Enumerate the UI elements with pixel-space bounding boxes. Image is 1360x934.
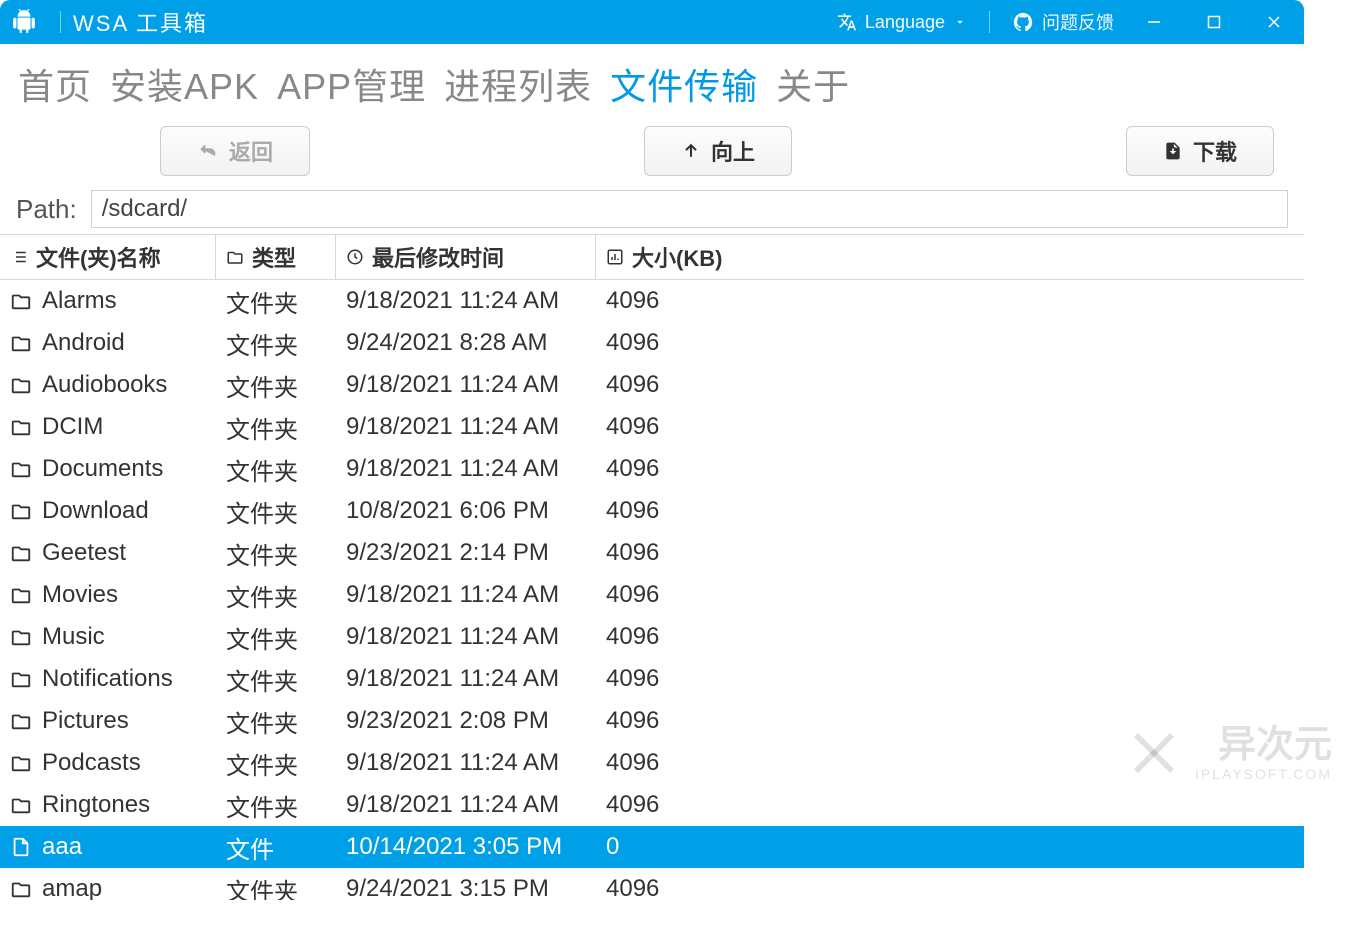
file-row[interactable]: Notifications文件夹9/18/2021 11:24 AM4096 — [0, 658, 1304, 700]
feedback-link[interactable]: 问题反馈 — [1002, 9, 1124, 35]
path-label: Path: — [16, 194, 77, 225]
up-button[interactable]: 向上 — [644, 126, 792, 176]
download-button[interactable]: 下载 — [1126, 126, 1274, 176]
tab-0[interactable]: 首页 — [18, 58, 92, 110]
file-row[interactable]: Podcasts文件夹9/18/2021 11:24 AM4096 — [0, 742, 1304, 784]
file-row[interactable]: Movies文件夹9/18/2021 11:24 AM4096 — [0, 574, 1304, 616]
language-label: Language — [865, 12, 945, 33]
file-row[interactable]: amap文件夹9/24/2021 3:15 PM4096 — [0, 868, 1304, 900]
col-header-modified[interactable]: 最后修改时间 — [336, 235, 596, 279]
file-list[interactable]: Alarms文件夹9/18/2021 11:24 AM4096Android文件… — [0, 280, 1304, 900]
language-dropdown[interactable]: Language — [827, 12, 977, 33]
tab-5[interactable]: 关于 — [776, 58, 850, 110]
back-button[interactable]: 返回 — [160, 126, 310, 176]
tab-3[interactable]: 进程列表 — [444, 58, 592, 110]
github-icon — [1012, 11, 1034, 33]
file-row[interactable]: Music文件夹9/18/2021 11:24 AM4096 — [0, 616, 1304, 658]
titlebar-divider — [60, 11, 61, 33]
back-label: 返回 — [229, 135, 273, 167]
translate-icon — [837, 12, 857, 32]
file-row[interactable]: Documents文件夹9/18/2021 11:24 AM4096 — [0, 448, 1304, 490]
maximize-button[interactable] — [1184, 0, 1244, 44]
download-icon — [1163, 140, 1183, 162]
feedback-label: 问题反馈 — [1042, 9, 1114, 35]
col-header-name[interactable]: 文件(夹)名称 — [0, 235, 216, 279]
file-row[interactable]: Alarms文件夹9/18/2021 11:24 AM4096 — [0, 280, 1304, 322]
chevron-down-icon — [953, 15, 967, 29]
file-row[interactable]: aaa文件10/14/2021 3:05 PM0 — [0, 826, 1304, 868]
nav-tabs: 首页安装APK APP管理进程列表文件传输关于 — [0, 44, 1304, 120]
clock-icon — [346, 248, 364, 266]
chart-icon — [606, 248, 624, 266]
col-header-type[interactable]: 类型 — [216, 235, 336, 279]
file-row[interactable]: DCIM文件夹9/18/2021 11:24 AM4096 — [0, 406, 1304, 448]
up-icon — [681, 141, 701, 161]
back-icon — [197, 140, 219, 162]
titlebar-divider-2 — [989, 11, 990, 33]
path-input[interactable] — [91, 190, 1288, 228]
list-icon — [10, 248, 28, 266]
folder-icon — [226, 248, 244, 266]
file-row[interactable]: Android文件夹9/24/2021 8:28 AM4096 — [0, 322, 1304, 364]
minimize-button[interactable] — [1124, 0, 1184, 44]
android-icon — [10, 8, 38, 36]
file-row[interactable]: Pictures文件夹9/23/2021 2:08 PM4096 — [0, 700, 1304, 742]
toolbar: 返回 向上 下载 — [0, 120, 1304, 190]
file-row[interactable]: Audiobooks文件夹9/18/2021 11:24 AM4096 — [0, 364, 1304, 406]
tab-1[interactable]: 安装APK — [110, 58, 259, 110]
download-label: 下载 — [1193, 135, 1237, 167]
up-label: 向上 — [711, 135, 755, 167]
tab-4[interactable]: 文件传输 — [610, 58, 758, 110]
table-header: 文件(夹)名称 类型 最后修改时间 大小(KB) — [0, 234, 1304, 280]
file-row[interactable]: Ringtones文件夹9/18/2021 11:24 AM4096 — [0, 784, 1304, 826]
titlebar: WSA 工具箱 Language 问题反馈 — [0, 0, 1304, 44]
col-header-size[interactable]: 大小(KB) — [596, 235, 746, 279]
close-button[interactable] — [1244, 0, 1304, 44]
path-row: Path: — [0, 190, 1304, 234]
app-title: WSA 工具箱 — [73, 6, 208, 38]
tab-2[interactable]: APP管理 — [277, 58, 426, 110]
file-row[interactable]: Geetest文件夹9/23/2021 2:14 PM4096 — [0, 532, 1304, 574]
file-row[interactable]: Download文件夹10/8/2021 6:06 PM4096 — [0, 490, 1304, 532]
